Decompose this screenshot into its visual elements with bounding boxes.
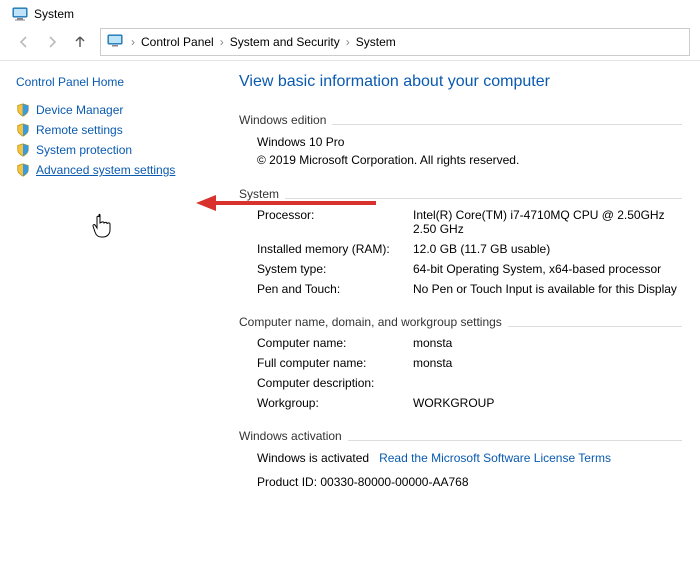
forward-button[interactable] [38, 28, 66, 56]
row-ram: Installed memory (RAM): 12.0 GB (11.7 GB… [239, 239, 682, 259]
up-button[interactable] [66, 28, 94, 56]
chevron-right-icon[interactable]: › [216, 35, 228, 49]
value: monsta [413, 336, 682, 350]
edition-copyright: © 2019 Microsoft Corporation. All rights… [239, 153, 682, 167]
label: Computer description: [257, 376, 413, 390]
label: System type: [257, 262, 413, 276]
activation-line: Windows is activated Read the Microsoft … [239, 451, 682, 465]
row-computer-name: Computer name: monsta [239, 333, 682, 353]
label: Installed memory (RAM): [257, 242, 413, 256]
breadcrumb-system-security[interactable]: System and Security [228, 35, 342, 49]
label: Pen and Touch: [257, 282, 413, 296]
product-id-value: 00330-80000-00000-AA768 [320, 475, 468, 489]
divider [285, 198, 682, 199]
shield-icon [16, 163, 30, 177]
label: Processor: [257, 208, 413, 236]
sidebar: Control Panel Home Device Manager Remote… [0, 61, 231, 573]
value: 12.0 GB (11.7 GB usable) [413, 242, 682, 256]
navbar: › Control Panel › System and Security › … [0, 24, 700, 61]
row-computer-description: Computer description: [239, 373, 682, 393]
sidebar-label: Advanced system settings [36, 163, 175, 177]
page-title: View basic information about your comput… [239, 73, 682, 91]
row-pen-touch: Pen and Touch: No Pen or Touch Input is … [239, 279, 682, 299]
shield-icon [16, 123, 30, 137]
value [413, 376, 682, 390]
sidebar-label: Device Manager [36, 103, 123, 117]
main-panel: View basic information about your comput… [231, 61, 700, 573]
edition-name: Windows 10 Pro [239, 135, 682, 149]
chevron-right-icon[interactable]: › [342, 35, 354, 49]
breadcrumb-control-panel[interactable]: Control Panel [139, 35, 216, 49]
divider [348, 440, 682, 441]
label: Computer name: [257, 336, 413, 350]
license-terms-link[interactable]: Read the Microsoft Software License Term… [379, 451, 611, 465]
sidebar-label: Remote settings [36, 123, 123, 137]
section-computer-name: Computer name, domain, and workgroup set… [239, 315, 502, 329]
row-workgroup: Workgroup: WORKGROUP [239, 393, 682, 413]
row-system-type: System type: 64-bit Operating System, x6… [239, 259, 682, 279]
sidebar-item-advanced-system-settings[interactable]: Advanced system settings [16, 163, 221, 177]
product-id-label: Product ID: [257, 475, 317, 489]
sidebar-item-remote-settings[interactable]: Remote settings [16, 123, 221, 137]
value: WORKGROUP [413, 396, 682, 410]
value: Intel(R) Core(TM) i7-4710MQ CPU @ 2.50GH… [413, 208, 682, 236]
chevron-right-icon[interactable]: › [127, 35, 139, 49]
divider [508, 326, 682, 327]
activation-status: Windows is activated [257, 451, 369, 465]
product-id-line: Product ID: 00330-80000-00000-AA768 [239, 475, 682, 489]
sidebar-item-system-protection[interactable]: System protection [16, 143, 221, 157]
value: monsta [413, 356, 682, 370]
row-processor: Processor: Intel(R) Core(TM) i7-4710MQ C… [239, 205, 682, 239]
address-bar[interactable]: › Control Panel › System and Security › … [100, 28, 690, 56]
sidebar-item-device-manager[interactable]: Device Manager [16, 103, 221, 117]
row-full-computer-name: Full computer name: monsta [239, 353, 682, 373]
label: Full computer name: [257, 356, 413, 370]
shield-icon [16, 143, 30, 157]
window-title: System [34, 7, 74, 21]
titlebar: System [0, 0, 700, 24]
value: No Pen or Touch Input is available for t… [413, 282, 682, 296]
section-windows-edition: Windows edition [239, 113, 326, 127]
back-button[interactable] [10, 28, 38, 56]
system-icon [12, 6, 28, 22]
label: Workgroup: [257, 396, 413, 410]
sidebar-label: System protection [36, 143, 132, 157]
shield-icon [16, 103, 30, 117]
section-activation: Windows activation [239, 429, 342, 443]
monitor-icon [107, 33, 123, 52]
control-panel-home-link[interactable]: Control Panel Home [16, 75, 221, 89]
section-system: System [239, 187, 279, 201]
breadcrumb-system[interactable]: System [354, 35, 398, 49]
divider [332, 124, 682, 125]
value: 64-bit Operating System, x64-based proce… [413, 262, 682, 276]
